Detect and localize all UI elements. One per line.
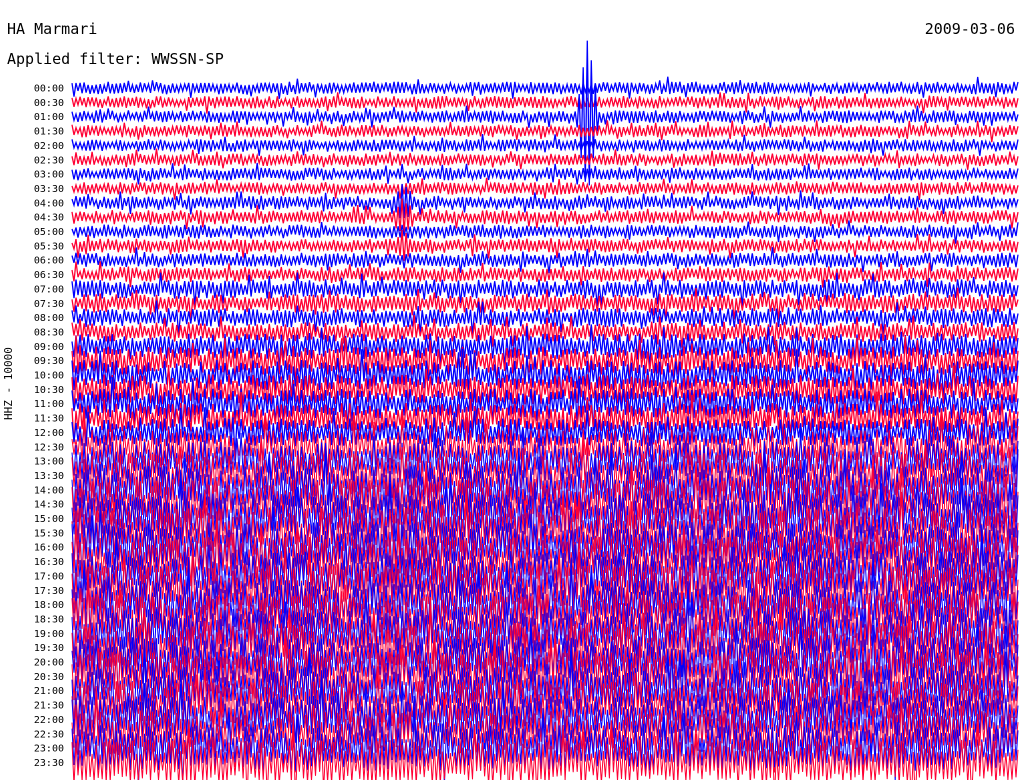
- time-label-layer: 00:00 00:30 01:00 01:30 02:00 02:30 03:00 03:30…: [34, 84, 64, 769]
- time-label: 08:30: [34, 327, 64, 338]
- time-label: 07:00: [34, 284, 64, 295]
- trace-0600: [71, 247, 1019, 274]
- time-label: 11:00: [34, 399, 64, 410]
- time-label: 07:30: [34, 299, 64, 310]
- trace-0500: [71, 220, 1019, 244]
- trace-0200: [71, 134, 1019, 156]
- time-label: 16:00: [34, 543, 64, 554]
- helicorder-plot: 00:00 00:30 01:00 01:30 02:00 02:30 03:00 03:30…: [34, 40, 1019, 780]
- time-label: 00:00: [34, 84, 64, 95]
- time-label: 00:30: [34, 98, 64, 109]
- trace-0300: [71, 162, 1019, 185]
- time-label: 04:30: [34, 213, 64, 224]
- time-label: 13:00: [34, 457, 64, 468]
- time-label: 21:30: [34, 701, 64, 712]
- trace-0330: [71, 177, 1019, 200]
- time-label: 21:00: [34, 686, 64, 697]
- time-label: 18:00: [34, 600, 64, 611]
- time-label: 12:00: [34, 428, 64, 439]
- time-label: 22:30: [34, 729, 64, 740]
- time-label: 03:00: [34, 170, 64, 181]
- time-label: 18:30: [34, 614, 64, 625]
- trace-0000: [71, 76, 1019, 99]
- time-label: 14:30: [34, 500, 64, 511]
- time-label: 15:30: [34, 528, 64, 539]
- time-label: 03:30: [34, 184, 64, 195]
- trace-0130: [71, 120, 1019, 143]
- time-label: 01:30: [34, 127, 64, 138]
- time-label: 09:00: [34, 342, 64, 353]
- trace-layer: [71, 40, 1019, 780]
- time-label: 06:00: [34, 256, 64, 267]
- time-label: 12:30: [34, 442, 64, 453]
- time-label: 16:30: [34, 557, 64, 568]
- time-label: 11:30: [34, 414, 64, 425]
- time-label: 23:00: [34, 744, 64, 755]
- time-label: 05:30: [34, 241, 64, 252]
- time-label: 02:30: [34, 155, 64, 166]
- time-label: 17:30: [34, 586, 64, 597]
- time-label: 01:00: [34, 112, 64, 123]
- time-label: 02:00: [34, 141, 64, 152]
- time-label: 13:30: [34, 471, 64, 482]
- trace-0030: [71, 92, 1019, 114]
- time-label: 04:00: [34, 198, 64, 209]
- time-label: 20:00: [34, 658, 64, 669]
- time-label: 19:30: [34, 643, 64, 654]
- time-label: 06:30: [34, 270, 64, 281]
- time-label: 05:00: [34, 227, 64, 238]
- time-label: 14:00: [34, 485, 64, 496]
- time-label: 15:00: [34, 514, 64, 525]
- time-label: 17:00: [34, 571, 64, 582]
- time-label: 23:30: [34, 758, 64, 769]
- time-label: 20:30: [34, 672, 64, 683]
- time-label: 10:30: [34, 385, 64, 396]
- time-label: 10:00: [34, 371, 64, 382]
- time-label: 22:00: [34, 715, 64, 726]
- time-label: 08:00: [34, 313, 64, 324]
- time-label: 09:30: [34, 356, 64, 367]
- time-label: 19:00: [34, 629, 64, 640]
